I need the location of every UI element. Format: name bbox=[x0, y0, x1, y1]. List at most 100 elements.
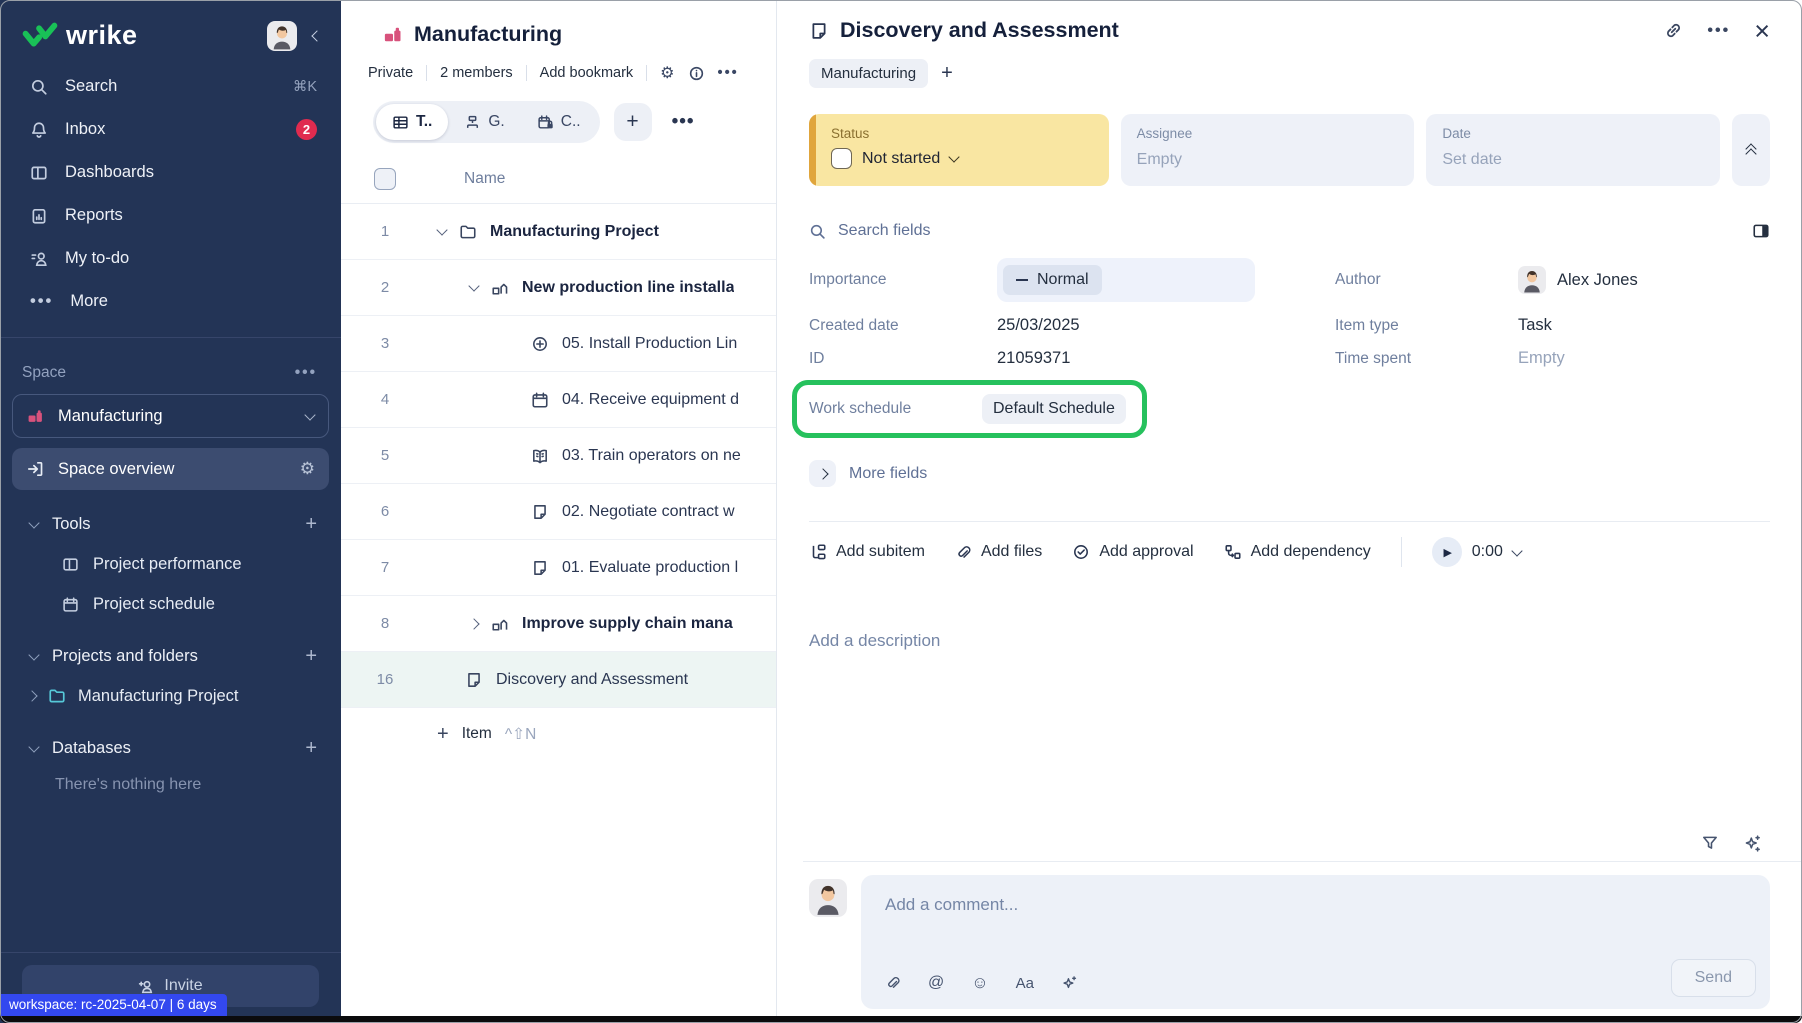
todo-icon bbox=[30, 250, 48, 268]
tab-calendar[interactable]: C.. bbox=[521, 104, 597, 140]
table-row[interactable]: 8 Improve supply chain mana bbox=[341, 596, 776, 652]
tools-section-label: Tools bbox=[52, 515, 91, 534]
members-link[interactable]: 2 members bbox=[440, 65, 513, 81]
sidebar-item-manufacturing-project[interactable]: Manufacturing Project bbox=[0, 676, 341, 716]
row-expand-toggle[interactable] bbox=[461, 285, 487, 290]
date-card[interactable]: Date Set date bbox=[1426, 114, 1720, 186]
item-type-value[interactable]: Task bbox=[1518, 316, 1770, 335]
more-fields-button[interactable]: More fields bbox=[809, 460, 1770, 487]
sidebar-item-space-overview[interactable]: Space overview ⚙ bbox=[12, 448, 329, 490]
add-database-icon[interactable]: + bbox=[305, 737, 317, 760]
add-item-button[interactable]: + Item ^⇧N bbox=[341, 708, 776, 760]
table-row[interactable]: 2 New production line installa bbox=[341, 260, 776, 316]
created-date-value[interactable]: 25/03/2025 bbox=[997, 316, 1327, 335]
add-dependency-button[interactable]: Add dependency bbox=[1224, 543, 1371, 561]
close-icon[interactable]: × bbox=[1754, 21, 1770, 41]
table-row[interactable]: 6 02. Negotiate contract w bbox=[341, 484, 776, 540]
mention-icon[interactable]: @ bbox=[928, 974, 944, 992]
tab-table[interactable]: T.. bbox=[376, 104, 448, 140]
play-icon: ▶ bbox=[1432, 537, 1462, 567]
filter-icon[interactable] bbox=[1701, 834, 1719, 853]
sidebar-item-dashboards[interactable]: Dashboards bbox=[0, 151, 341, 194]
text-format-icon[interactable]: Aa bbox=[1016, 975, 1034, 992]
wrike-logo[interactable]: wrike bbox=[22, 20, 138, 51]
highlight-annotation-box: Work schedule Default Schedule bbox=[792, 380, 1147, 438]
view-options-icon[interactable]: ••• bbox=[666, 111, 701, 133]
sidebar-item-search[interactable]: Search ⌘K bbox=[0, 65, 341, 108]
add-item-label: Item bbox=[462, 725, 492, 743]
sidebar-section-projects[interactable]: Projects and folders + bbox=[0, 636, 341, 676]
chevron-down-icon bbox=[1511, 545, 1522, 556]
add-tag-icon[interactable]: + bbox=[941, 62, 953, 85]
sidebar-item-more[interactable]: ••• More bbox=[0, 280, 341, 323]
description-input[interactable]: Add a description bbox=[809, 631, 1770, 834]
emoji-icon[interactable]: ☺ bbox=[971, 973, 988, 993]
paperclip-icon bbox=[955, 544, 972, 561]
add-files-button[interactable]: Add files bbox=[955, 543, 1042, 561]
time-tracker[interactable]: ▶ 0:00 bbox=[1432, 537, 1521, 567]
sidebar-section-databases[interactable]: Databases + bbox=[0, 728, 341, 768]
privacy-label[interactable]: Private bbox=[368, 65, 413, 81]
row-title: 05. Install Production Lin bbox=[562, 335, 737, 353]
chevron-right-icon bbox=[809, 460, 836, 487]
panel-toggle-icon[interactable] bbox=[1752, 222, 1770, 240]
importance-value: Normal bbox=[1037, 271, 1089, 289]
more-options-icon[interactable]: ••• bbox=[1707, 22, 1730, 40]
add-tool-icon[interactable]: + bbox=[305, 513, 317, 536]
sidebar-item-project-schedule[interactable]: Project schedule bbox=[0, 584, 341, 624]
search-fields-input[interactable]: Search fields bbox=[838, 222, 931, 240]
row-expand-toggle[interactable] bbox=[429, 229, 455, 234]
row-number: 16 bbox=[363, 671, 407, 688]
table-row[interactable]: 5 03. Train operators on ne bbox=[341, 428, 776, 484]
send-button[interactable]: Send bbox=[1671, 959, 1756, 997]
sidebar-item-label: Project performance bbox=[93, 555, 242, 574]
projects-section-label: Projects and folders bbox=[52, 647, 198, 666]
link-icon[interactable] bbox=[1664, 21, 1683, 40]
time-spent-value[interactable]: Empty bbox=[1518, 349, 1770, 368]
assignee-card[interactable]: Assignee Empty bbox=[1121, 114, 1415, 186]
chevron-down-icon bbox=[304, 409, 315, 420]
gear-icon[interactable]: ⚙ bbox=[660, 63, 674, 83]
table-row-selected[interactable]: 16 Discovery and Assessment bbox=[341, 652, 776, 708]
user-avatar[interactable] bbox=[267, 21, 297, 51]
add-subitem-button[interactable]: Add subitem bbox=[809, 543, 925, 561]
sidebar-item-reports[interactable]: Reports bbox=[0, 194, 341, 237]
add-approval-button[interactable]: Add approval bbox=[1072, 543, 1193, 561]
attach-icon[interactable] bbox=[885, 975, 901, 991]
importance-field[interactable]: Normal bbox=[997, 258, 1255, 302]
table-row[interactable]: 7 01. Evaluate production l bbox=[341, 540, 776, 596]
comment-input[interactable]: Add a comment... @ ☺ Aa Send bbox=[861, 875, 1770, 1009]
gear-icon[interactable]: ⚙ bbox=[300, 459, 315, 479]
sidebar-item-project-performance[interactable]: Project performance bbox=[0, 544, 341, 584]
ai-sparkle-icon[interactable] bbox=[1061, 975, 1078, 992]
author-field[interactable]: Alex Jones bbox=[1518, 266, 1770, 294]
sidebar-item-my-todo[interactable]: My to-do bbox=[0, 237, 341, 280]
divider bbox=[526, 65, 527, 81]
add-bookmark-link[interactable]: Add bookmark bbox=[540, 65, 634, 81]
table-row[interactable]: 1 Manufacturing Project bbox=[341, 204, 776, 260]
info-icon[interactable] bbox=[688, 65, 705, 82]
location-tag[interactable]: Manufacturing bbox=[809, 59, 928, 88]
status-checkbox[interactable] bbox=[831, 148, 852, 169]
space-selector[interactable]: Manufacturing bbox=[12, 394, 329, 438]
add-project-icon[interactable]: + bbox=[305, 645, 317, 668]
sidebar-section-tools[interactable]: Tools + bbox=[0, 504, 341, 544]
reports-icon bbox=[30, 207, 48, 225]
select-all-checkbox[interactable] bbox=[374, 168, 396, 190]
tab-gantt[interactable]: G. bbox=[448, 104, 520, 140]
task-icon bbox=[527, 503, 553, 521]
ai-sparkle-icon[interactable] bbox=[1743, 834, 1762, 853]
work-schedule-value[interactable]: Default Schedule bbox=[982, 394, 1126, 424]
more-options-icon[interactable]: ••• bbox=[718, 65, 739, 81]
add-view-button[interactable]: + bbox=[614, 103, 652, 141]
row-expand-toggle[interactable] bbox=[461, 620, 487, 628]
sidebar-collapse-icon[interactable] bbox=[313, 27, 321, 45]
id-value[interactable]: 21059371 bbox=[997, 349, 1327, 368]
sidebar-item-inbox[interactable]: Inbox 2 bbox=[0, 108, 341, 151]
space-menu-icon[interactable]: ••• bbox=[295, 364, 317, 382]
collapse-fields-button[interactable] bbox=[1732, 114, 1770, 186]
comment-placeholder: Add a comment... bbox=[885, 895, 1018, 915]
status-card[interactable]: Status Not started bbox=[809, 114, 1109, 186]
table-row[interactable]: 4 04. Receive equipment d bbox=[341, 372, 776, 428]
table-row[interactable]: 3 05. Install Production Lin bbox=[341, 316, 776, 372]
